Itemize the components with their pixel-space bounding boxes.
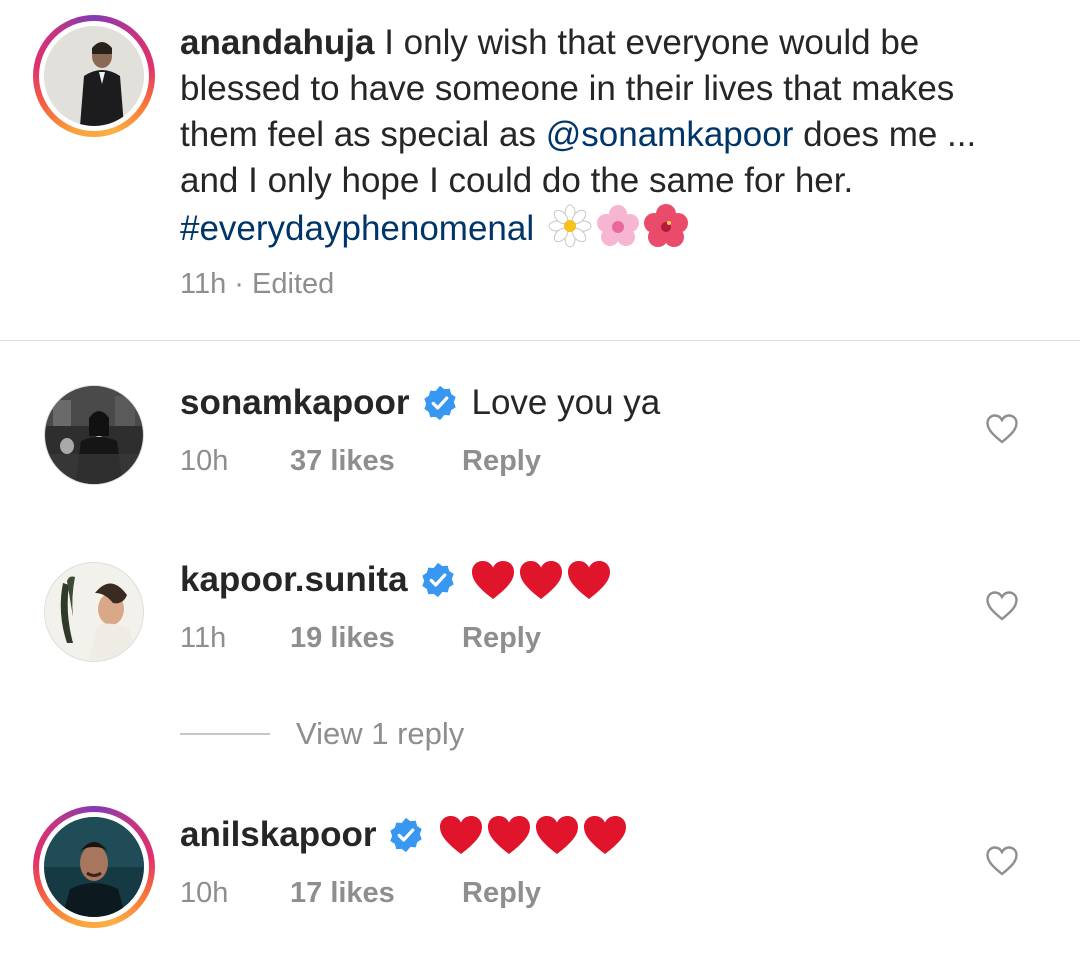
comment-username[interactable]: kapoor.sunita xyxy=(180,557,408,603)
comment-time: 10h xyxy=(180,877,229,909)
comment-username[interactable]: anilskapoor xyxy=(180,812,376,858)
reply-button[interactable]: Reply xyxy=(462,445,541,478)
caption-divider xyxy=(0,340,1080,341)
comment-text: Love you ya xyxy=(471,383,661,422)
caption-avatar[interactable] xyxy=(33,15,155,137)
likes-count[interactable]: 37 likes xyxy=(290,445,395,478)
red-heart-emoji xyxy=(536,816,579,854)
red-heart-emoji xyxy=(440,816,483,854)
verified-badge-icon xyxy=(390,817,423,853)
mention-link[interactable]: @sonamkapoor xyxy=(546,115,794,154)
reply-button[interactable]: Reply xyxy=(462,622,541,655)
comment-line: anilskapoor xyxy=(180,812,628,858)
avatar-photo xyxy=(44,26,144,126)
heart-emojis xyxy=(470,559,612,601)
daisy-emoji xyxy=(548,204,592,248)
meta-separator: · xyxy=(234,268,244,300)
caption-text: anandahuja I only wish that everyone wou… xyxy=(180,20,1040,252)
red-heart-emoji xyxy=(471,561,514,599)
commenter-avatar[interactable] xyxy=(44,385,144,485)
cherry-blossom-emoji xyxy=(596,205,639,246)
edited-label: Edited xyxy=(252,268,335,300)
caption-time: 11h xyxy=(180,268,227,300)
comment-line: kapoor.sunita xyxy=(180,557,612,603)
likes-count[interactable]: 19 likes xyxy=(290,622,395,655)
red-heart-emoji xyxy=(567,561,610,599)
like-heart-icon[interactable] xyxy=(985,590,1019,622)
comment-username[interactable]: sonamkapoor xyxy=(180,380,410,426)
red-heart-emoji xyxy=(519,561,562,599)
comment-time: 11h xyxy=(180,622,227,654)
like-heart-icon[interactable] xyxy=(985,845,1019,877)
avatar-photo xyxy=(44,817,144,917)
hibiscus-emoji xyxy=(643,204,688,247)
red-heart-emoji xyxy=(584,816,627,854)
verified-badge-icon xyxy=(423,385,456,421)
reply-button[interactable]: Reply xyxy=(462,877,541,910)
caption-meta: 11h · Edited xyxy=(180,268,334,301)
likes-count[interactable]: 17 likes xyxy=(290,877,395,910)
comment-line: sonamkapoor Love you ya xyxy=(180,380,660,426)
view-replies-button[interactable]: View 1 reply xyxy=(296,716,464,752)
verified-badge-icon xyxy=(421,562,454,598)
heart-emojis xyxy=(438,814,628,856)
avatar-photo xyxy=(45,386,143,484)
commenter-avatar[interactable] xyxy=(33,806,155,928)
red-heart-emoji xyxy=(488,816,531,854)
like-heart-icon[interactable] xyxy=(985,413,1019,445)
avatar-photo xyxy=(45,563,143,661)
caption-username[interactable]: anandahuja xyxy=(180,23,374,62)
commenter-avatar[interactable] xyxy=(44,562,144,662)
comment-time: 10h xyxy=(180,445,229,477)
hashtag-link[interactable]: #everydayphenomenal xyxy=(180,209,534,248)
replies-divider-line xyxy=(180,733,270,735)
